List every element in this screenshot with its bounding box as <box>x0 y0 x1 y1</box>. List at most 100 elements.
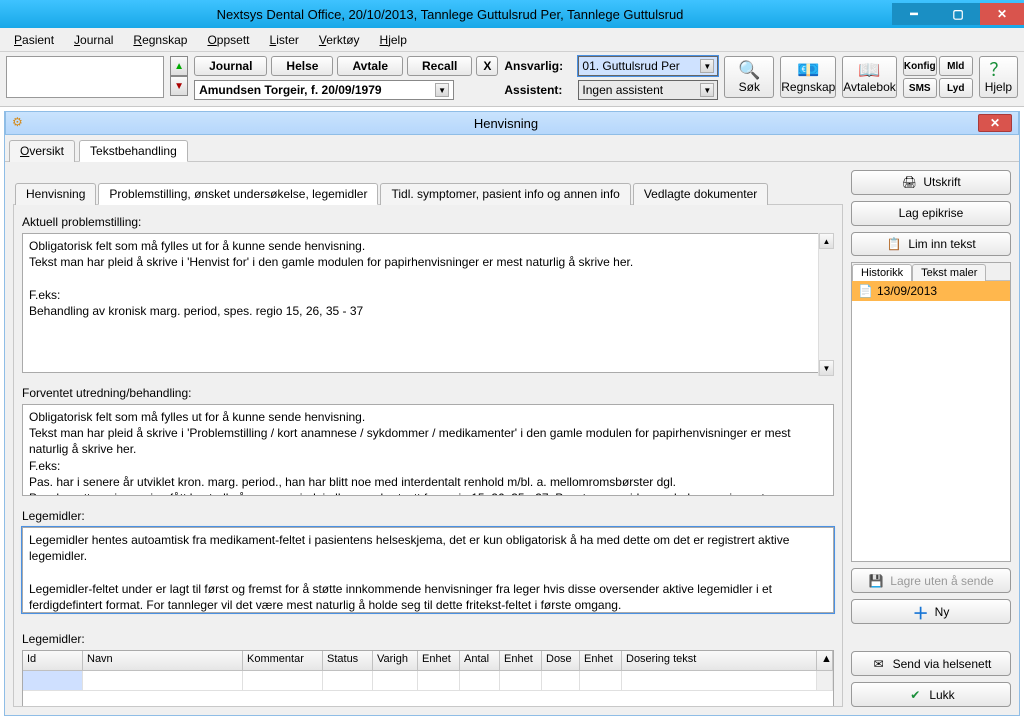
tab-tekstmaler[interactable]: Tekst maler <box>912 264 986 281</box>
forventet-textarea[interactable] <box>22 404 834 496</box>
col-antal[interactable]: Antal <box>460 651 500 670</box>
gear-icon: ⚙ <box>12 115 28 131</box>
spinner-down-button[interactable]: ▼ <box>170 76 188 96</box>
menu-regnskap[interactable]: Regnskap <box>125 31 195 49</box>
mld-button[interactable]: Mld <box>939 56 973 76</box>
avtale-button[interactable]: Avtale <box>337 56 403 76</box>
col-dose[interactable]: Dose <box>542 651 580 670</box>
window-close-button[interactable]: ✕ <box>980 3 1024 25</box>
menu-lister[interactable]: Lister <box>262 31 307 49</box>
paste-icon: 📋 <box>886 236 902 252</box>
col-varigh[interactable]: Varigh <box>373 651 418 670</box>
legemidler2-label: Legemidler: <box>22 632 834 646</box>
menu-hjelp[interactable]: Hjelp <box>372 31 415 49</box>
lag-epikrise-button[interactable]: Lag epikrise <box>851 201 1011 226</box>
col-kommentar[interactable]: Kommentar <box>243 651 323 670</box>
avtale-button-label: Avtale <box>352 59 388 73</box>
grid-cell[interactable] <box>542 671 580 691</box>
grid-cell[interactable] <box>500 671 542 691</box>
tab-problemstilling[interactable]: Problemstilling, ønsket undersøkelse, le… <box>98 183 378 205</box>
col-enhet-3[interactable]: Enhet <box>580 651 622 670</box>
tab-vedlagte[interactable]: Vedlagte dokumenter <box>633 183 768 205</box>
col-id[interactable]: Id <box>23 651 83 670</box>
konfig-button[interactable]: Konfig <box>903 56 937 76</box>
avtalebok-button[interactable]: 📖Avtalebok <box>842 56 896 98</box>
grid-cell[interactable] <box>580 671 622 691</box>
lag-epikrise-label: Lag epikrise <box>899 206 964 220</box>
tab-henvisning[interactable]: Henvisning <box>15 183 96 205</box>
ansvarlig-dropdown[interactable]: 01. Guttulsrud Per ▼ <box>578 56 718 76</box>
scroll-up-icon[interactable]: ▲ <box>817 651 833 670</box>
tab-tekstbehandling[interactable]: Tekstbehandling <box>79 140 188 162</box>
col-status[interactable]: Status <box>323 651 373 670</box>
patient-dropdown[interactable]: Amundsen Torgeir, f. 20/09/1979 ▼ <box>194 80 454 100</box>
menu-verktoy[interactable]: Verktøy <box>311 31 368 49</box>
scroll-down-icon[interactable]: ▼ <box>819 360 834 376</box>
lagre-label: Lagre uten å sende <box>890 574 993 588</box>
aktuell-textarea[interactable] <box>22 233 834 373</box>
spinner-up-button[interactable]: ▲ <box>170 56 188 76</box>
chevron-down-icon: ▼ <box>700 83 714 97</box>
printer-icon: 🖨 <box>901 174 917 190</box>
history-list[interactable]: 📄 13/09/2013 <box>852 280 1010 561</box>
save-icon: 💾 <box>868 573 884 589</box>
tab-historikk[interactable]: Historikk <box>852 264 912 281</box>
journal-button-label: Journal <box>209 59 252 73</box>
tab-oversikt[interactable]: Oversikt <box>9 140 75 162</box>
col-enhet-1[interactable]: Enhet <box>418 651 460 670</box>
helse-button[interactable]: Helse <box>271 56 333 76</box>
lyd-button[interactable]: Lyd <box>939 78 973 98</box>
x-button-label: X <box>483 59 491 73</box>
history-item-date: 13/09/2013 <box>877 284 937 298</box>
history-item[interactable]: 📄 13/09/2013 <box>852 281 1010 301</box>
ny-button[interactable]: ＋Ny <box>851 599 1011 624</box>
journal-button[interactable]: Journal <box>194 56 267 76</box>
window-minimize-button[interactable]: ━ <box>892 3 936 25</box>
hjelp-button[interactable]: ？Hjelp <box>979 56 1018 98</box>
menu-pasient[interactable]: Pasient <box>6 31 62 49</box>
col-enhet-2[interactable]: Enhet <box>500 651 542 670</box>
grid-cell[interactable] <box>418 671 460 691</box>
hjelp-label: Hjelp <box>985 80 1012 94</box>
scrollbar[interactable]: ▲ ▼ <box>818 233 834 376</box>
henvisning-title: Henvisning <box>34 116 978 131</box>
menu-oppsett[interactable]: Oppsett <box>199 31 257 49</box>
lagre-button[interactable]: 💾 Lagre uten å sende <box>851 568 1011 593</box>
grid-cell[interactable] <box>323 671 373 691</box>
lim-inn-tekst-button[interactable]: 📋Lim inn tekst <box>851 232 1011 257</box>
grid-cell[interactable] <box>23 671 83 691</box>
send-label: Send via helsenett <box>893 657 992 671</box>
menu-journal[interactable]: Journal <box>66 31 121 49</box>
ny-label: Ny <box>935 605 950 619</box>
grid-cell[interactable] <box>243 671 323 691</box>
grid-cell[interactable] <box>460 671 500 691</box>
window-maximize-button[interactable]: ▢ <box>936 3 980 25</box>
grid-row[interactable] <box>23 671 833 691</box>
send-button[interactable]: ✉Send via helsenett <box>851 651 1011 676</box>
assistent-dropdown[interactable]: Ingen assistent ▼ <box>578 80 718 100</box>
sms-button[interactable]: SMS <box>903 78 937 98</box>
grid-header: Id Navn Kommentar Status Varigh Enhet An… <box>23 651 833 671</box>
col-dosering[interactable]: Dosering tekst <box>622 651 817 670</box>
regnskap-button[interactable]: 💶Regnskap <box>780 56 836 98</box>
grid-cell[interactable] <box>373 671 418 691</box>
lukk-button[interactable]: ✔Lukk <box>851 682 1011 707</box>
henvisning-close-button[interactable]: ✕ <box>978 114 1012 132</box>
col-navn[interactable]: Navn <box>83 651 243 670</box>
recall-button[interactable]: Recall <box>407 56 472 76</box>
utskrift-button[interactable]: 🖨Utskrift <box>851 170 1011 195</box>
grid-scroll-track[interactable] <box>817 671 833 691</box>
window-title: Nextsys Dental Office, 20/10/2013, Tannl… <box>8 7 892 22</box>
grid-cell[interactable] <box>83 671 243 691</box>
sok-button[interactable]: 🔍Søk <box>724 56 774 98</box>
tab-tidl-symptomer[interactable]: Tidl. symptomer, pasient info og annen i… <box>380 183 630 205</box>
x-button[interactable]: X <box>476 56 498 76</box>
legemidler-grid[interactable]: Id Navn Kommentar Status Varigh Enhet An… <box>22 650 834 707</box>
patient-dropdown-value: Amundsen Torgeir, f. 20/09/1979 <box>199 83 382 97</box>
grid-cell[interactable] <box>622 671 817 691</box>
legemidler-textarea[interactable] <box>22 527 834 613</box>
forventet-label: Forventet utredning/behandling: <box>22 386 834 400</box>
legemidler-label: Legemidler: <box>22 509 834 523</box>
help-icon: ？ <box>989 61 1007 79</box>
scroll-up-icon[interactable]: ▲ <box>819 233 834 249</box>
